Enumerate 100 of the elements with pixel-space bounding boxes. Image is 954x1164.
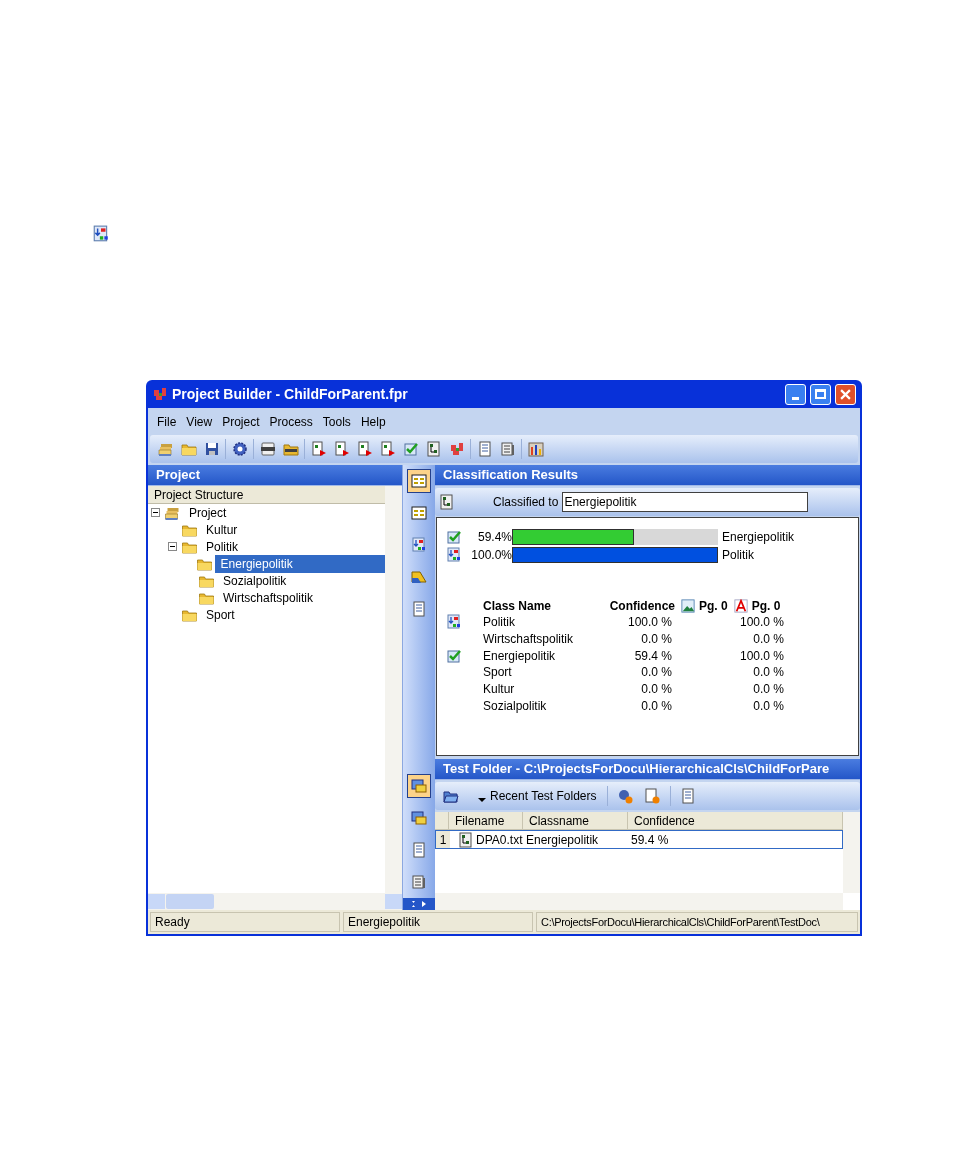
document-icon xyxy=(411,842,427,858)
open-folder-icon xyxy=(442,788,459,804)
table-row[interactable]: 1 DPA0.txt Energiepolitik 59.4 % xyxy=(435,830,843,849)
table-cell-text: Wirtschaftspolitik xyxy=(483,631,575,649)
table-cell-text: Sozialpolitik xyxy=(483,697,548,715)
document-icon xyxy=(411,601,427,617)
save-icon xyxy=(203,441,220,457)
panel-title: Project xyxy=(148,465,402,486)
ruler-icon xyxy=(411,569,427,585)
column-header[interactable]: Filename xyxy=(449,811,523,830)
ocr-icon xyxy=(259,441,276,457)
document-icon xyxy=(439,494,455,510)
menu-item[interactable]: File xyxy=(152,412,182,431)
percent-label: 100.0% xyxy=(470,547,512,564)
column-header: Confidence xyxy=(608,598,675,615)
close-button[interactable] xyxy=(835,383,856,405)
hierarchy-icon xyxy=(446,614,462,631)
minimize-button[interactable] xyxy=(785,383,806,405)
tree-item[interactable]: Project xyxy=(183,503,235,522)
column-header: Project Structure xyxy=(148,486,385,504)
percent-label: 59.4% xyxy=(476,529,512,546)
folders-button[interactable] xyxy=(407,774,431,798)
panel-button[interactable] xyxy=(407,469,431,493)
run-folder-icon xyxy=(333,441,350,457)
open-folder-icon xyxy=(180,441,197,457)
table-cell-text: Politik xyxy=(483,614,516,632)
recent-folders-button[interactable]: Recent Test Folders xyxy=(474,787,601,805)
panel-icon xyxy=(411,473,427,489)
hierarchy-icon xyxy=(446,547,462,563)
column-header: Pg. 0 xyxy=(751,598,781,615)
column-header: Pg. 0 xyxy=(699,598,728,615)
strip-footer[interactable] xyxy=(403,898,435,910)
tree-item[interactable]: Sport xyxy=(200,605,243,624)
table-cell-text: 59.4 % xyxy=(631,831,669,849)
menu-item[interactable]: Process xyxy=(264,412,318,431)
tree-item[interactable]: Wirtschaftspolitik xyxy=(217,588,322,607)
tree-item[interactable]: Politik xyxy=(200,537,246,556)
app-icon xyxy=(152,386,168,402)
table-cell-text: Energiepolitik xyxy=(483,647,557,665)
close-icon xyxy=(840,388,851,400)
table-cell-text: 0.0 % xyxy=(752,664,784,682)
new-project-icon xyxy=(157,441,174,457)
table-cell-text: Kultur xyxy=(483,681,516,699)
pdf-icon xyxy=(733,599,748,613)
table-cell-text: Energiepolitik xyxy=(526,831,600,849)
report-icon xyxy=(680,788,696,804)
check-icon xyxy=(402,441,419,457)
status-text: Energiepolitik xyxy=(343,912,533,932)
tree-item[interactable]: Kultur xyxy=(200,520,246,539)
menu-item[interactable]: Help xyxy=(355,412,391,431)
caret-icon xyxy=(478,798,486,802)
ocr-folder-icon xyxy=(282,441,299,457)
menu-item[interactable]: View xyxy=(181,412,218,431)
table-cell-text: 0.0 % xyxy=(640,664,672,682)
table-cell-text: 100.0 % xyxy=(626,614,672,632)
horizontal-scrollbar[interactable] xyxy=(435,893,843,910)
table-cell-text: DPA0.txt xyxy=(476,831,524,849)
class-label: Energiepolitik xyxy=(722,529,795,546)
table-cell-text: 59.4 % xyxy=(633,647,672,665)
collapse-icon[interactable] xyxy=(150,508,160,517)
tree-item[interactable]: Energiepolitik xyxy=(214,554,385,573)
menu-item[interactable]: Tools xyxy=(317,412,356,431)
run-icon xyxy=(310,441,327,457)
horizontal-scrollbar[interactable] xyxy=(148,893,402,910)
classified-field[interactable]: Energiepolitik xyxy=(562,492,809,512)
table-cell-text: 100.0 % xyxy=(738,614,784,632)
window-title: Project Builder - ChildForParent.fpr xyxy=(172,384,409,404)
status-text: C:\ProjectsForDocu\HierarchicalCls\ChildForParent\TestDoc\ xyxy=(536,912,858,932)
add-document-icon xyxy=(644,788,660,804)
chart-icon xyxy=(527,441,544,457)
table-cell-text: 0.0 % xyxy=(752,681,784,699)
field-label: Classified to xyxy=(493,494,559,511)
table-cell-text: 0.0 % xyxy=(640,681,672,699)
table-cell-text: 0.0 % xyxy=(640,697,672,715)
scroll-arrows-icon xyxy=(411,901,427,907)
vertical-scrollbar[interactable] xyxy=(385,486,402,893)
row-number: 1 xyxy=(436,831,450,848)
report-icon xyxy=(476,441,493,457)
run-list-icon xyxy=(356,441,373,457)
table-cell-text: 0.0 % xyxy=(640,631,672,649)
table-cell-text: Sport xyxy=(483,664,513,682)
table-cell-text: 0.0 % xyxy=(752,631,784,649)
tree-item[interactable]: Sozialpolitik xyxy=(217,571,295,590)
settings-icon xyxy=(231,441,248,457)
hierarchy-icon xyxy=(411,537,427,553)
menu-item[interactable]: Project xyxy=(217,412,265,431)
run-all-icon xyxy=(379,441,396,457)
picture-icon xyxy=(681,599,695,613)
table-cell-text: 100.0 % xyxy=(738,647,784,665)
tree-icon xyxy=(425,441,442,457)
document-icon xyxy=(458,831,474,848)
grid-icon xyxy=(411,505,427,521)
panel-title: Test Folder - C:\ProjectsForDocu\HierarchicalCls\ChildForPare xyxy=(435,759,860,780)
vertical-scrollbar[interactable] xyxy=(843,812,860,893)
column-header: Class Name xyxy=(483,598,553,615)
column-header[interactable]: Classname xyxy=(523,811,628,830)
list-icon xyxy=(499,441,516,457)
status-text: Ready xyxy=(150,912,340,932)
maximize-button[interactable] xyxy=(810,383,831,405)
collapse-icon[interactable] xyxy=(167,542,177,551)
